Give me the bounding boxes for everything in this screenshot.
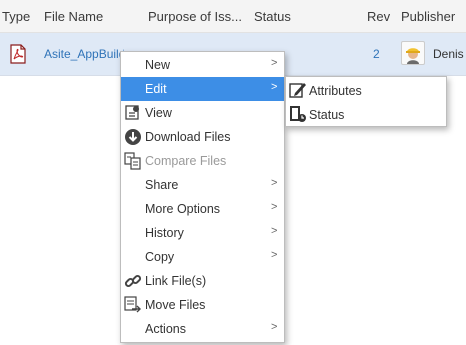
menu-item-label: Link File(s)	[145, 274, 207, 288]
table-header: Type File Name Purpose of Iss... Status …	[0, 0, 466, 33]
menu-item-move-files[interactable]: Move Files	[121, 293, 284, 317]
submenu-item-label: Status	[309, 108, 345, 122]
column-header-publisher[interactable]: Publisher	[401, 9, 466, 24]
file-name-link[interactable]: Asite_AppBuild	[44, 47, 124, 61]
menu-item-download-files[interactable]: Download Files	[121, 125, 284, 149]
chevron-right-icon: >	[271, 321, 278, 333]
download-icon	[124, 128, 142, 146]
submenu-item-status[interactable]: Status	[286, 102, 446, 126]
submenu-item-label: Attributes	[309, 84, 362, 98]
column-header-file-name[interactable]: File Name	[44, 9, 103, 24]
compare-icon	[124, 152, 142, 170]
menu-item-more-options[interactable]: More Options >	[121, 197, 284, 221]
menu-item-label: Download Files	[145, 130, 231, 144]
move-icon	[124, 296, 142, 314]
view-icon	[124, 104, 142, 122]
menu-item-link-files[interactable]: Link File(s)	[121, 269, 284, 293]
edit-submenu: Attributes Status	[285, 76, 447, 127]
chevron-right-icon: >	[271, 57, 278, 69]
menu-item-new[interactable]: New >	[121, 53, 284, 77]
menu-item-compare-files[interactable]: Compare Files	[121, 149, 284, 173]
chevron-right-icon: >	[271, 81, 278, 93]
chevron-right-icon: >	[271, 225, 278, 237]
column-header-type[interactable]: Type	[2, 9, 30, 24]
edit-pencil-icon	[289, 81, 307, 99]
link-icon	[124, 272, 142, 290]
revision-link[interactable]: 2	[373, 47, 380, 61]
menu-item-label: More Options	[145, 202, 221, 216]
worker-avatar-icon	[401, 41, 425, 65]
pdf-icon[interactable]	[9, 44, 27, 67]
menu-item-label: New	[145, 58, 171, 72]
menu-item-label: History	[145, 226, 184, 240]
menu-item-history[interactable]: History >	[121, 221, 284, 245]
column-header-status[interactable]: Status	[254, 9, 291, 24]
chevron-right-icon: >	[271, 249, 278, 261]
menu-item-label: Move Files	[145, 298, 206, 312]
menu-item-view[interactable]: View	[121, 101, 284, 125]
publisher-name[interactable]: Denis	[433, 47, 464, 61]
column-header-purpose[interactable]: Purpose of Iss...	[148, 9, 246, 24]
menu-item-label: Actions	[145, 322, 186, 336]
column-header-rev[interactable]: Rev	[367, 9, 390, 24]
menu-item-label: Share	[145, 178, 179, 192]
menu-item-label: Edit	[145, 82, 167, 96]
menu-item-actions[interactable]: Actions >	[121, 317, 284, 341]
menu-item-edit[interactable]: Edit >	[121, 77, 284, 101]
menu-item-label: Compare Files	[145, 154, 227, 168]
menu-item-label: Copy	[145, 250, 175, 264]
menu-item-label: View	[145, 106, 172, 120]
chevron-right-icon: >	[271, 177, 278, 189]
chevron-right-icon: >	[271, 201, 278, 213]
status-icon	[289, 105, 307, 123]
context-menu: New > Edit > View Download Files Compare…	[120, 51, 285, 343]
submenu-item-attributes[interactable]: Attributes	[286, 78, 446, 102]
menu-item-copy[interactable]: Copy >	[121, 245, 284, 269]
menu-item-share[interactable]: Share >	[121, 173, 284, 197]
